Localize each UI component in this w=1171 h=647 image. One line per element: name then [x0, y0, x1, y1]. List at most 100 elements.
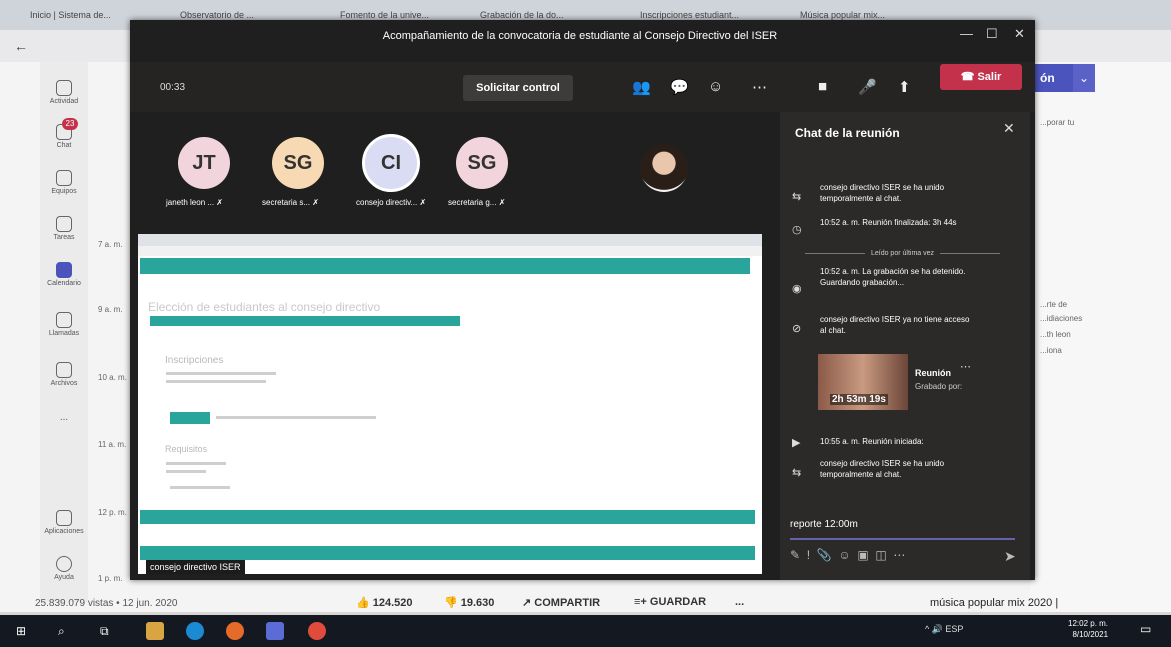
rail-label: Chat: [56, 142, 72, 149]
avatar[interactable]: CI: [362, 134, 420, 192]
leave-label: Salir: [977, 71, 1002, 83]
system-clock[interactable]: 12:02 p. m. 8/10/2021: [1068, 618, 1108, 640]
camera-off-icon[interactable]: ■: [818, 78, 827, 95]
recording-duration: 2h 53m 19s: [830, 394, 888, 405]
avatar[interactable]: SG: [456, 137, 508, 189]
notifications-icon[interactable]: ▭: [1140, 622, 1151, 636]
shared-text-line: [166, 470, 206, 473]
attach-icon[interactable]: 📎: [817, 548, 832, 562]
emoji-icon[interactable]: ☺: [838, 548, 850, 562]
more-actions-icon[interactable]: ⋯: [752, 78, 767, 96]
search-icon[interactable]: ⌕: [58, 624, 65, 639]
more-icon[interactable]: ⋯: [893, 548, 905, 562]
recording-title[interactable]: Reunión: [915, 368, 951, 378]
like-button[interactable]: 👍 124.520: [356, 596, 413, 609]
background-text: ...th leon: [1040, 330, 1071, 339]
participant-name: secretaria s... ✗: [262, 198, 319, 207]
mic-off-icon: ✗: [312, 198, 319, 207]
rail-tasks[interactable]: Tareas: [44, 216, 84, 241]
format-icon[interactable]: ✎: [790, 548, 800, 562]
playlist-add-icon: ≡+: [634, 596, 650, 608]
windows-start-icon[interactable]: ⊞: [16, 624, 26, 638]
compose-toolbar: ✎ ! 📎 ☺ ▣ ◫ ⋯: [790, 548, 905, 562]
rail-label: Tareas: [53, 234, 75, 241]
close-icon[interactable]: ✕: [1014, 26, 1025, 42]
rail-calendar[interactable]: Calendario: [44, 262, 84, 287]
mic-off-icon: ✗: [419, 198, 427, 207]
help-icon: [56, 556, 72, 572]
shared-footer-band: [140, 546, 755, 560]
system-tray[interactable]: ^ 🔊 ESP: [925, 624, 963, 635]
rail-files[interactable]: Archivos: [44, 362, 84, 387]
share-label: COMPARTIR: [534, 597, 601, 609]
reactions-icon[interactable]: ☺: [708, 78, 723, 95]
mic-off-icon: ✗: [498, 198, 506, 207]
edge-icon[interactable]: [186, 622, 204, 640]
shared-heading: Elección de estudiantes al consejo direc…: [148, 300, 381, 314]
dislike-button[interactable]: 👎 19.630: [444, 596, 494, 609]
chat-icon[interactable]: 💬: [670, 78, 689, 96]
arrow-left-icon[interactable]: ←: [14, 38, 28, 54]
tasks-icon: [56, 216, 72, 232]
shared-section-title: Inscripciones: [165, 355, 224, 366]
chat-message: consejo directivo ISER ya no tiene acces…: [820, 315, 970, 335]
rail-calls[interactable]: Llamadas: [44, 312, 84, 337]
shared-teal-button: [170, 412, 210, 424]
rail-label: Archivos: [50, 380, 78, 387]
meeting-title: Acompañamiento de la convocatoria de est…: [382, 30, 778, 42]
meeting-start-icon: ▶: [792, 437, 801, 449]
minimize-icon[interactable]: —: [960, 26, 973, 41]
next-video-title[interactable]: música popular mix 2020 |: [930, 597, 1058, 609]
rail-more[interactable]: ...: [44, 412, 84, 423]
browser-tab[interactable]: Inicio | Sistema de...: [30, 4, 140, 26]
rail-label: Equipos: [51, 188, 77, 195]
chat-message: 10:52 a. m. Reunión finalizada: 3h 44s: [820, 218, 957, 227]
sticker-icon[interactable]: ◫: [875, 548, 886, 562]
firefox-icon[interactable]: [226, 622, 244, 640]
important-icon[interactable]: !: [807, 548, 810, 562]
phone-icon: [56, 312, 72, 328]
participants-icon[interactable]: 👥: [632, 78, 651, 96]
mic-off-icon[interactable]: 🎤: [858, 78, 877, 96]
more-options-icon[interactable]: ⋯: [960, 360, 971, 373]
clock-time: 12:02 p. m.: [1068, 619, 1109, 628]
task-view-icon[interactable]: ⧉: [100, 624, 109, 639]
share-icon: ↗: [522, 597, 535, 609]
shared-address-bar: [138, 246, 762, 256]
shared-text-line: [216, 416, 376, 419]
rail-help[interactable]: Ayuda: [44, 556, 84, 581]
calendar-time: 1 p. m.: [98, 574, 123, 583]
participant-name: janeth leon ... ✗: [166, 198, 223, 207]
close-icon[interactable]: ✕: [1003, 120, 1015, 137]
teams-taskbar-icon[interactable]: [266, 622, 284, 640]
rail-apps[interactable]: Aplicaciones: [44, 510, 84, 535]
rail-label: Ayuda: [54, 574, 74, 581]
request-control-button[interactable]: Solicitar control: [463, 75, 573, 101]
chrome-icon[interactable]: [308, 622, 326, 640]
clock-date: 8/10/2021: [1072, 630, 1109, 639]
rail-activity[interactable]: Actividad: [44, 80, 84, 105]
shared-site-header: [140, 258, 750, 274]
file-explorer-icon[interactable]: [146, 622, 164, 640]
shared-text-line: [170, 486, 230, 489]
share-button[interactable]: ↗ COMPARTIR: [522, 596, 600, 609]
share-screen-icon[interactable]: ⬆: [898, 78, 911, 96]
meeting-timer: 00:33: [160, 82, 186, 93]
calendar-time: 10 a. m.: [98, 373, 127, 382]
chevron-down-icon[interactable]: ⌄: [1073, 64, 1095, 92]
maximize-icon[interactable]: ☐: [986, 26, 998, 42]
avatar[interactable]: SG: [272, 137, 324, 189]
chat-message: consejo directivo ISER se ha unido tempo…: [820, 183, 945, 203]
participant-photo[interactable]: [640, 144, 688, 192]
leave-button[interactable]: ☎ Salir: [940, 64, 1022, 90]
avatar[interactable]: JT: [178, 137, 230, 189]
join-icon: ⇆: [792, 191, 802, 203]
rail-teams[interactable]: Equipos: [44, 170, 84, 195]
save-button[interactable]: ≡+ GUARDAR: [634, 596, 706, 608]
save-label: GUARDAR: [649, 596, 707, 608]
chat-compose-input[interactable]: reporte 12:00m: [790, 512, 1015, 540]
send-icon[interactable]: ➤: [1004, 548, 1016, 565]
gif-icon[interactable]: ▣: [857, 548, 868, 562]
more-button[interactable]: ...: [735, 596, 744, 608]
shared-footer-band: [140, 510, 755, 524]
